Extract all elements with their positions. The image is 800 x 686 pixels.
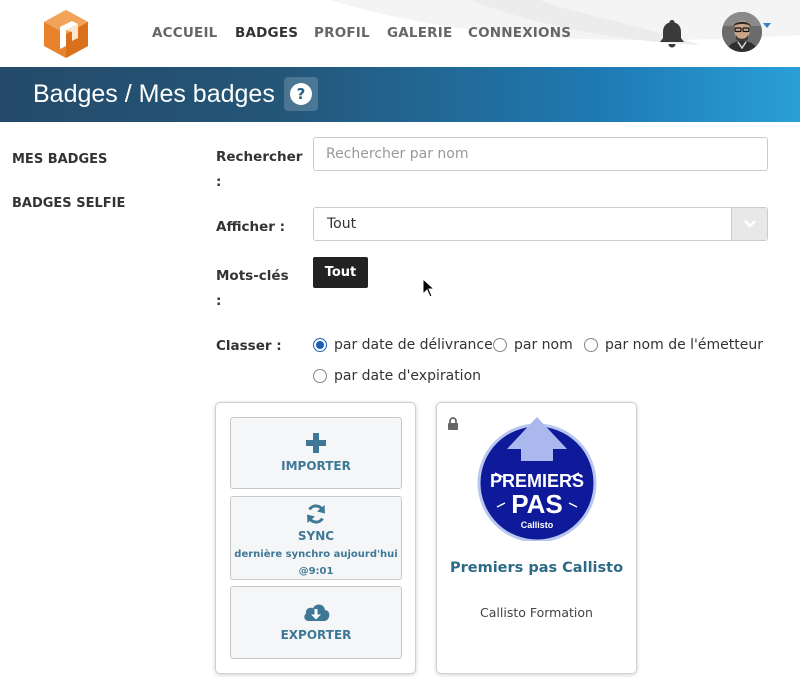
badge-image-line3: Callisto	[521, 520, 554, 530]
mouse-cursor-icon	[422, 278, 436, 298]
display-label: Afficher :	[216, 219, 286, 235]
nav-badges[interactable]: BADGES	[235, 25, 298, 41]
search-label: Rechercher	[216, 149, 303, 165]
sync-icon	[307, 504, 325, 524]
sort-radio-nom[interactable]: par nom	[493, 337, 573, 353]
import-label: IMPORTER	[281, 459, 351, 473]
plus-icon	[306, 433, 326, 453]
cloud-download-icon	[304, 604, 330, 621]
nav-connexions[interactable]: CONNEXIONS	[468, 25, 571, 41]
search-input[interactable]	[313, 137, 768, 171]
nav-profil[interactable]: PROFIL	[314, 25, 370, 41]
badge-card[interactable]: PREMIERS PAS Callisto Premiers pas Calli…	[436, 402, 637, 674]
radio-selected-icon	[313, 338, 327, 352]
import-button[interactable]: IMPORTER	[230, 417, 402, 489]
sort-radio-nom-emetteur[interactable]: par nom de l'émetteur	[584, 337, 763, 353]
display-select-toggle[interactable]	[731, 208, 767, 240]
badge-image[interactable]: PREMIERS PAS Callisto	[475, 415, 599, 541]
sync-time: @9:01	[298, 566, 334, 577]
avatar[interactable]	[722, 12, 762, 52]
sort-radio-date-expiration[interactable]: par date d'expiration	[313, 368, 481, 384]
export-label: EXPORTER	[280, 628, 352, 642]
badge-image-line1: PREMIERS	[490, 471, 584, 491]
sync-button[interactable]: SYNC dernière synchro aujourd'hui @9:01	[230, 496, 402, 580]
radio-icon	[493, 338, 507, 352]
sort-radio-date-delivrance[interactable]: par date de délivrance	[313, 337, 493, 353]
help-button[interactable]: ?	[284, 77, 318, 111]
keyword-tag-tout[interactable]: Tout	[313, 257, 368, 288]
bell-icon[interactable]	[658, 18, 686, 48]
radio-icon	[584, 338, 598, 352]
keywords-label-colon: :	[216, 293, 222, 309]
sort-option-label: par date d'expiration	[334, 368, 482, 384]
sidebar-item-badges-selfie[interactable]: BADGES SELFIE	[12, 196, 125, 211]
display-select-value: Tout	[327, 216, 357, 232]
chevron-down-icon	[744, 220, 756, 228]
sync-status: dernière synchro aujourd'hui	[234, 549, 398, 560]
keywords-label: Mots-clés	[216, 268, 289, 284]
sort-option-label: par nom	[514, 337, 573, 353]
sync-label: SYNC	[297, 529, 335, 543]
badge-issuer: Callisto Formation	[480, 605, 593, 620]
lock-icon	[448, 417, 458, 430]
nav-galerie[interactable]: GALERIE	[387, 25, 452, 41]
top-nav: ACCUEIL BADGES PROFIL GALERIE CONNEXIONS	[0, 0, 800, 67]
nav-accueil[interactable]: ACCUEIL	[152, 25, 217, 41]
sort-option-label: par date de délivrance	[334, 337, 493, 353]
export-button[interactable]: EXPORTER	[230, 586, 402, 659]
radio-icon	[313, 369, 327, 383]
badge-title[interactable]: Premiers pas Callisto	[437, 560, 636, 576]
actions-card: IMPORTER SYNC dernière synchro aujourd'h…	[215, 402, 416, 674]
sidebar-item-mes-badges[interactable]: MES BADGES	[12, 152, 107, 167]
page-banner: Badges / Mes badges	[0, 67, 800, 122]
page-title: Badges / Mes badges	[33, 80, 275, 108]
logo-icon[interactable]	[42, 8, 90, 60]
sort-option-label: par nom de l'émetteur	[605, 337, 763, 353]
sort-label: Classer :	[216, 338, 282, 354]
search-label-colon: :	[216, 174, 222, 190]
chevron-down-icon[interactable]	[763, 23, 771, 28]
display-select[interactable]: Tout	[313, 207, 768, 241]
question-circle-icon: ?	[290, 83, 312, 105]
badge-image-line2: PAS	[511, 489, 563, 519]
avatar-photo	[722, 12, 762, 52]
